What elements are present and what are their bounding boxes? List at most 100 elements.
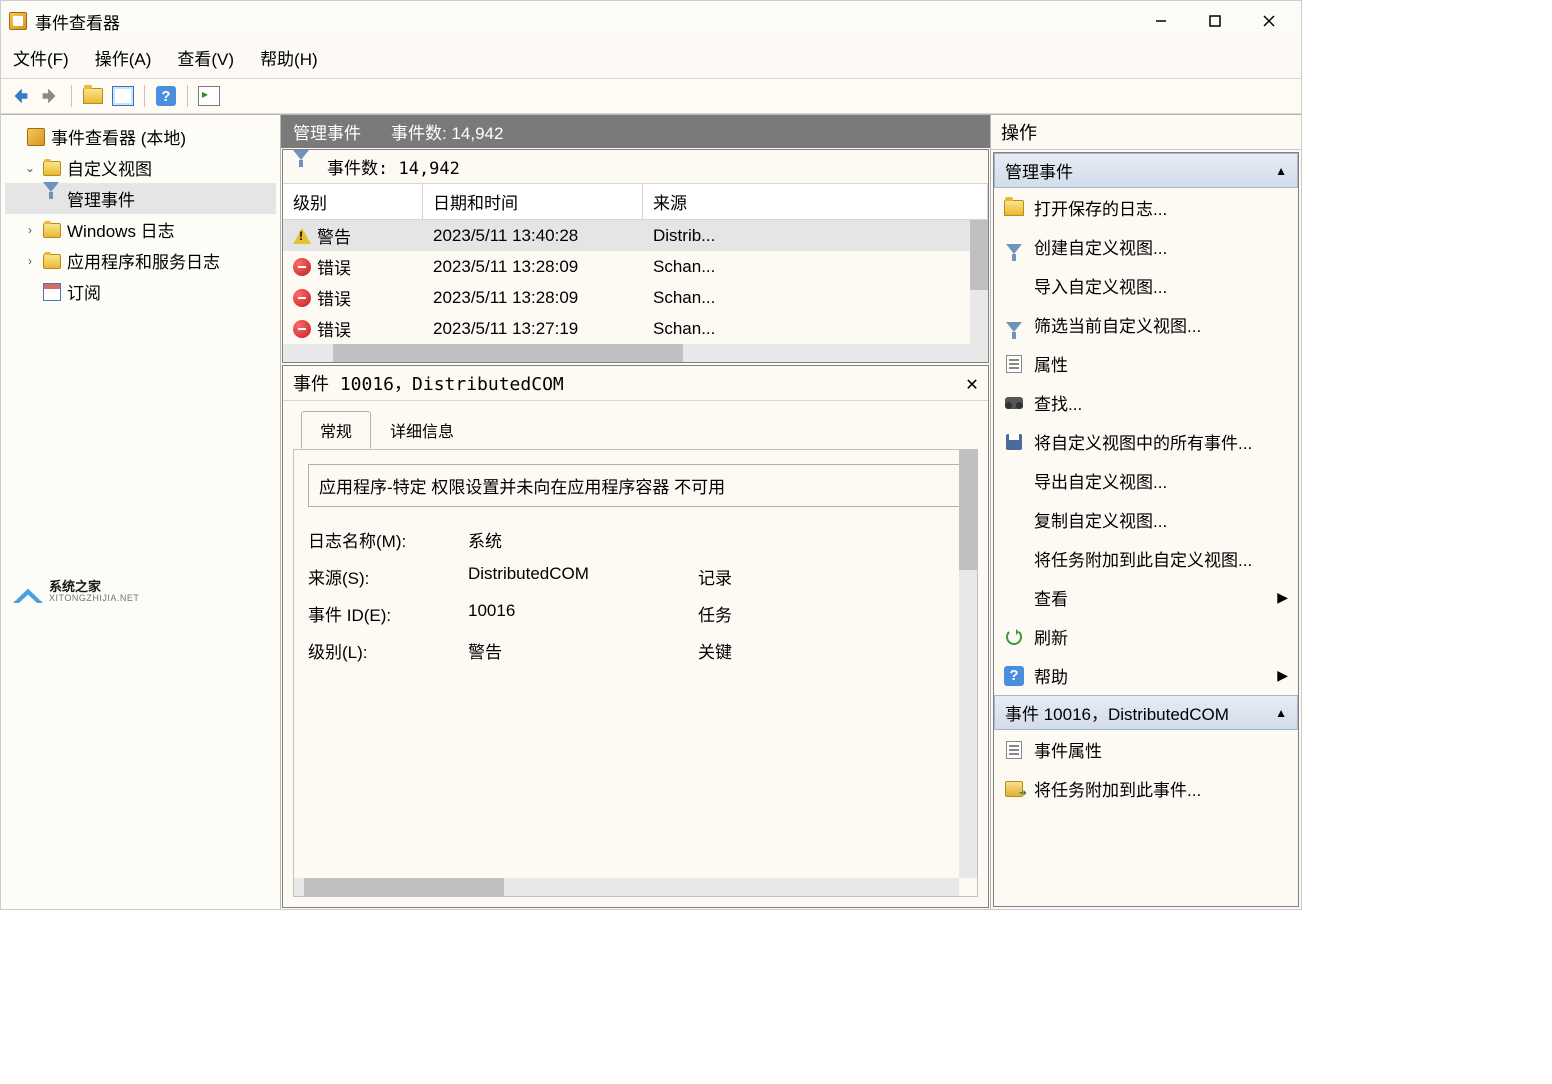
tab-general[interactable]: 常规 xyxy=(301,411,371,449)
pane-toggle-1[interactable] xyxy=(110,83,136,109)
cell-level: 错误 xyxy=(317,254,351,279)
action-icon xyxy=(1004,510,1024,530)
prop-eventid-right: 任务 xyxy=(698,601,758,626)
minimize-button[interactable] xyxy=(1143,7,1179,35)
action-label: 刷新 xyxy=(1034,624,1068,649)
event-message: 应用程序-特定 权限设置并未向在应用程序容器 不可用 xyxy=(308,464,963,507)
horizontal-scrollbar[interactable] xyxy=(283,344,988,362)
expand-icon[interactable]: › xyxy=(23,223,37,237)
back-button[interactable] xyxy=(7,83,33,109)
action-label: 属性 xyxy=(1034,351,1068,376)
tree-label: 管理事件 xyxy=(67,186,135,211)
event-row[interactable]: 错误2023/5/11 13:28:09Schan... xyxy=(283,282,988,313)
action-icon xyxy=(1004,354,1024,374)
prop-source-value: DistributedCOM xyxy=(468,564,698,589)
action-icon: ? xyxy=(1004,666,1024,686)
action-label: 导入自定义视图... xyxy=(1034,273,1167,298)
folder-icon xyxy=(43,161,61,176)
vertical-scrollbar[interactable] xyxy=(970,220,988,344)
filter-count: 事件数: 14,942 xyxy=(327,154,460,179)
action-item[interactable]: 打开保存的日志... xyxy=(994,188,1298,227)
close-detail-button[interactable]: ✕ xyxy=(966,371,978,395)
action-item[interactable]: 将任务附加到此自定义视图... xyxy=(994,539,1298,578)
actions-section-event[interactable]: 事件 10016，DistributedCOM ▲ xyxy=(994,695,1298,730)
horizontal-scrollbar[interactable] xyxy=(294,878,959,896)
action-item[interactable]: 刷新 xyxy=(994,617,1298,656)
action-item[interactable]: 事件属性 xyxy=(994,730,1298,769)
tree-custom-views[interactable]: ⌄ 自定义视图 xyxy=(5,152,276,183)
col-header-level[interactable]: 级别 xyxy=(283,184,423,219)
tree-admin-events[interactable]: 管理事件 xyxy=(5,183,276,214)
tree-root[interactable]: 事件查看器 (本地) xyxy=(5,121,276,152)
action-item[interactable]: ? 帮助 ▶ xyxy=(994,656,1298,695)
menu-action[interactable]: 操作(A) xyxy=(95,45,152,70)
subscription-icon xyxy=(43,283,61,301)
folder-icon xyxy=(43,223,61,238)
error-icon xyxy=(293,289,311,307)
cell-source: Schan... xyxy=(643,288,988,308)
action-item[interactable]: 将任务附加到此事件... xyxy=(994,769,1298,808)
action-item[interactable]: 导出自定义视图... xyxy=(994,461,1298,500)
tree-label: 应用程序和服务日志 xyxy=(67,248,220,273)
action-label: 将任务附加到此事件... xyxy=(1034,776,1201,801)
tree-label: Windows 日志 xyxy=(67,217,175,242)
error-icon xyxy=(293,320,311,338)
pane-toggle-2[interactable] xyxy=(196,83,222,109)
actions-section-admin[interactable]: 管理事件 ▲ xyxy=(994,153,1298,188)
action-icon xyxy=(1004,627,1024,647)
col-header-datetime[interactable]: 日期和时间 xyxy=(423,184,643,219)
open-folder-button[interactable] xyxy=(80,83,106,109)
col-header-source[interactable]: 来源 xyxy=(643,184,988,219)
expand-icon[interactable]: › xyxy=(23,254,37,268)
window-title: 事件查看器 xyxy=(35,9,1143,34)
vertical-scrollbar[interactable] xyxy=(959,450,977,878)
action-label: 将自定义视图中的所有事件... xyxy=(1034,429,1252,454)
watermark-url: XITONGZHIJIA.NET xyxy=(49,593,139,603)
event-row[interactable]: 错误2023/5/11 13:28:09Schan... xyxy=(283,251,988,282)
action-icon xyxy=(1004,779,1024,799)
action-icon xyxy=(1004,198,1024,218)
action-item[interactable]: 属性 xyxy=(994,344,1298,383)
watermark-logo-icon xyxy=(13,579,43,603)
prop-level-right: 关键 xyxy=(698,638,758,663)
action-label: 筛选当前自定义视图... xyxy=(1034,312,1201,337)
prop-logname-value: 系统 xyxy=(468,527,698,552)
help-button[interactable]: ? xyxy=(153,83,179,109)
menu-help[interactable]: 帮助(H) xyxy=(260,45,318,70)
action-label: 将任务附加到此自定义视图... xyxy=(1034,546,1252,571)
forward-button[interactable] xyxy=(37,83,63,109)
action-icon xyxy=(1004,393,1024,413)
action-item[interactable]: 复制自定义视图... xyxy=(994,500,1298,539)
action-label: 帮助 xyxy=(1034,663,1068,688)
action-item[interactable]: 筛选当前自定义视图... xyxy=(994,305,1298,344)
action-item[interactable]: 查看▶ xyxy=(994,578,1298,617)
tree-label: 订阅 xyxy=(67,279,101,304)
collapse-icon: ▲ xyxy=(1275,706,1287,720)
prop-eventid-label: 事件 ID(E): xyxy=(308,601,468,626)
cell-datetime: 2023/5/11 13:40:28 xyxy=(423,226,643,246)
event-row[interactable]: 错误2023/5/11 13:27:19Schan... xyxy=(283,313,988,344)
action-item[interactable]: 查找... xyxy=(994,383,1298,422)
menu-file[interactable]: 文件(F) xyxy=(13,45,69,70)
event-row[interactable]: 警告2023/5/11 13:40:28Distrib... xyxy=(283,220,988,251)
action-icon xyxy=(1004,471,1024,491)
cell-datetime: 2023/5/11 13:28:09 xyxy=(423,288,643,308)
action-item[interactable]: 创建自定义视图... xyxy=(994,227,1298,266)
funnel-icon xyxy=(293,150,309,180)
tree-app-logs[interactable]: › 应用程序和服务日志 xyxy=(5,245,276,276)
action-label: 事件属性 xyxy=(1034,737,1102,762)
action-icon xyxy=(1004,588,1024,608)
section-label: 事件 10016，DistributedCOM xyxy=(1005,700,1229,725)
tab-details[interactable]: 详细信息 xyxy=(371,411,473,449)
close-button[interactable] xyxy=(1251,7,1287,35)
tree-windows-logs[interactable]: › Windows 日志 xyxy=(5,214,276,245)
chevron-right-icon: ▶ xyxy=(1277,667,1288,684)
action-icon xyxy=(1004,432,1024,452)
tree-subscriptions[interactable]: 订阅 xyxy=(5,276,276,307)
action-item[interactable]: 导入自定义视图... xyxy=(994,266,1298,305)
detail-title: 事件 10016，DistributedCOM xyxy=(293,370,564,396)
collapse-icon[interactable]: ⌄ xyxy=(23,161,37,175)
action-item[interactable]: 将自定义视图中的所有事件... xyxy=(994,422,1298,461)
maximize-button[interactable] xyxy=(1197,7,1233,35)
menu-view[interactable]: 查看(V) xyxy=(177,45,234,70)
